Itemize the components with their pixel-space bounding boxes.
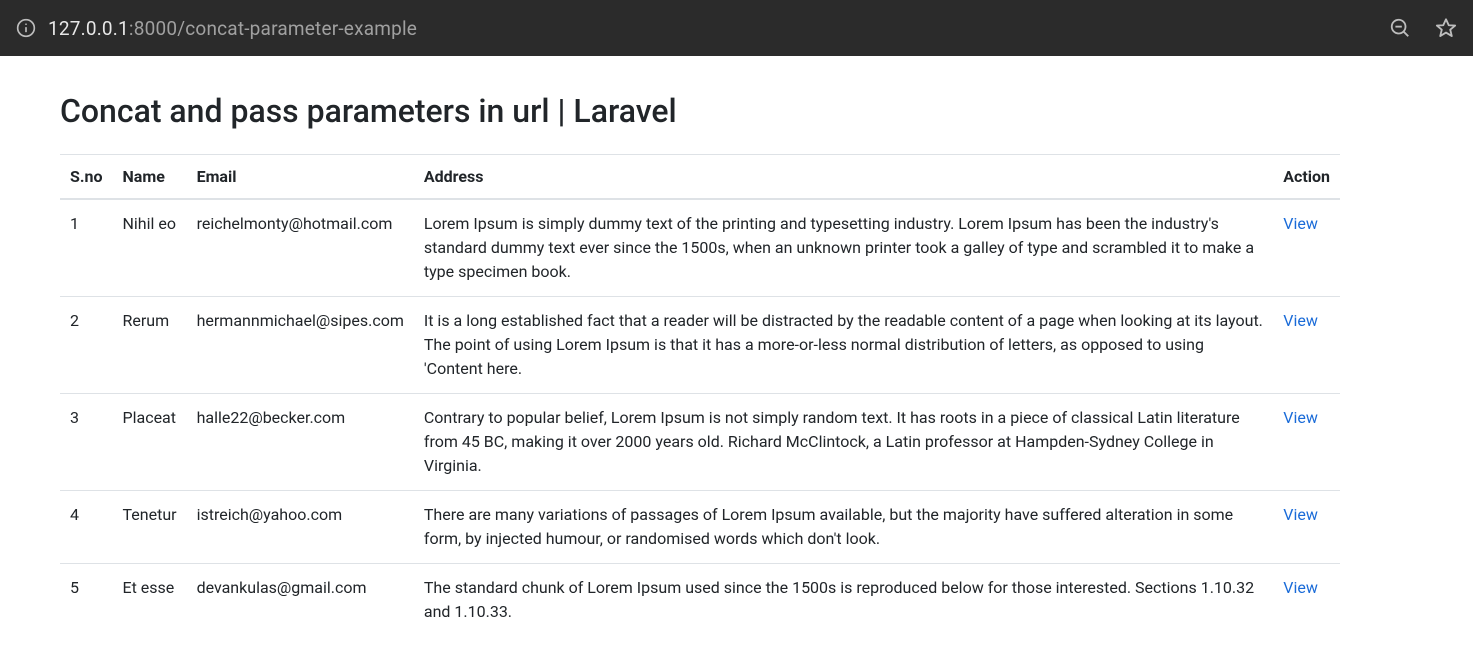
url-host: 127.0.0.1 [48, 17, 129, 40]
cell-sno: 3 [60, 394, 113, 491]
cell-email: reichelmonty@hotmail.com [187, 199, 414, 297]
cell-action: View [1273, 199, 1340, 297]
page-title: Concat and pass parameters in url | Lara… [60, 92, 1340, 130]
cell-address: The standard chunk of Lorem Ipsum used s… [414, 564, 1273, 637]
url-wrap[interactable]: 127.0.0.1:8000/concat-parameter-example [16, 17, 1377, 40]
url-text[interactable]: 127.0.0.1:8000/concat-parameter-example [48, 17, 417, 40]
view-link[interactable]: View [1283, 408, 1318, 427]
site-info-icon[interactable] [16, 18, 36, 38]
page-title-row: Concat and pass parameters in url | Lara… [60, 92, 1340, 130]
table-row: 2Rerumhermannmichael@sipes.comIt is a lo… [60, 297, 1340, 394]
table-body: 1Nihil eoreichelmonty@hotmail.comLorem I… [60, 199, 1340, 636]
page-container: Concat and pass parameters in url | Lara… [0, 56, 1360, 660]
cell-email: istreich@yahoo.com [187, 491, 414, 564]
url-path: :8000/concat-parameter-example [129, 17, 417, 40]
cell-address: Lorem Ipsum is simply dummy text of the … [414, 199, 1273, 297]
cell-address: Contrary to popular belief, Lorem Ipsum … [414, 394, 1273, 491]
cell-action: View [1273, 491, 1340, 564]
cell-email: hermannmichael@sipes.com [187, 297, 414, 394]
view-link[interactable]: View [1283, 311, 1318, 330]
cell-action: View [1273, 297, 1340, 394]
cell-action: View [1273, 394, 1340, 491]
browser-action-icons [1389, 17, 1457, 39]
cell-email: halle22@becker.com [187, 394, 414, 491]
cell-sno: 4 [60, 491, 113, 564]
table-row: 3Placeathalle22@becker.comContrary to po… [60, 394, 1340, 491]
col-name: Name [113, 155, 187, 200]
cell-name: Et esse [113, 564, 187, 637]
view-link[interactable]: View [1283, 505, 1318, 524]
cell-name: Tenetur [113, 491, 187, 564]
col-sno: S.no [60, 155, 113, 200]
browser-address-bar: 127.0.0.1:8000/concat-parameter-example [0, 0, 1473, 56]
cell-name: Nihil eo [113, 199, 187, 297]
col-action: Action [1273, 155, 1340, 200]
cell-sno: 1 [60, 199, 113, 297]
zoom-out-icon[interactable] [1389, 17, 1411, 39]
view-link[interactable]: View [1283, 214, 1318, 233]
col-email: Email [187, 155, 414, 200]
cell-address: It is a long established fact that a rea… [414, 297, 1273, 394]
table-row: 5Et essedevankulas@gmail.comThe standard… [60, 564, 1340, 637]
cell-action: View [1273, 564, 1340, 637]
cell-sno: 5 [60, 564, 113, 637]
cell-name: Placeat [113, 394, 187, 491]
cell-email: devankulas@gmail.com [187, 564, 414, 637]
table-head: S.no Name Email Address Action [60, 155, 1340, 200]
table-row: 4Teneturistreich@yahoo.comThere are many… [60, 491, 1340, 564]
users-table: S.no Name Email Address Action 1Nihil eo… [60, 154, 1340, 636]
cell-address: There are many variations of passages of… [414, 491, 1273, 564]
cell-sno: 2 [60, 297, 113, 394]
cell-name: Rerum [113, 297, 187, 394]
table-row: 1Nihil eoreichelmonty@hotmail.comLorem I… [60, 199, 1340, 297]
col-address: Address [414, 155, 1273, 200]
bookmark-star-icon[interactable] [1435, 17, 1457, 39]
